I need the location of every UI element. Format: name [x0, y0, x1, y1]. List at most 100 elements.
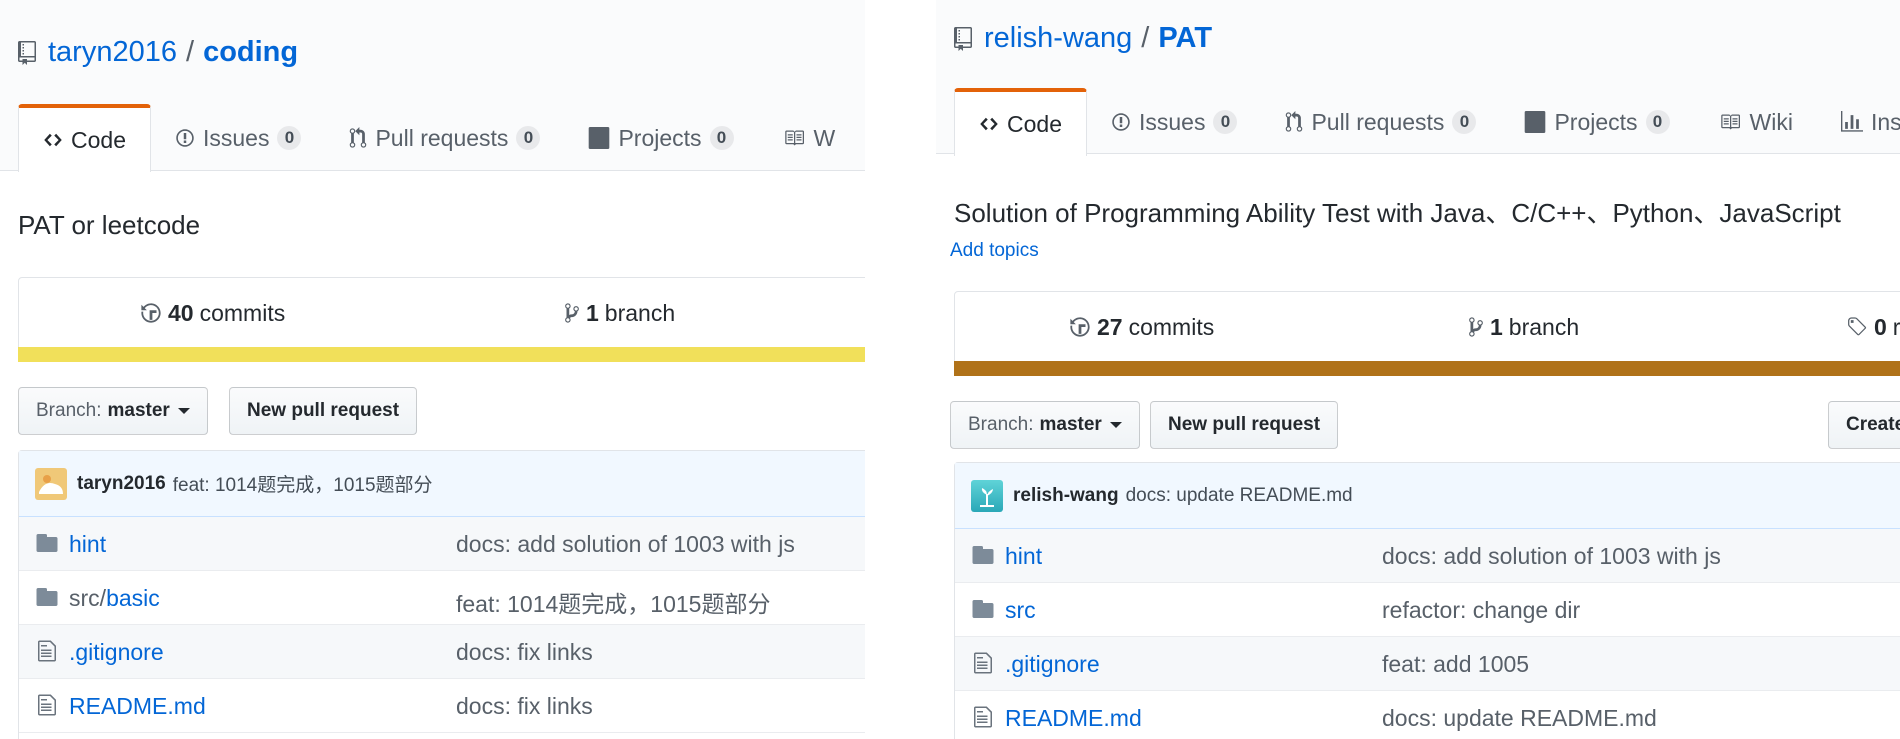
tab-pull-requests[interactable]: Pull requests 0: [1261, 89, 1500, 155]
commit-message-link[interactable]: docs: update README.md: [1126, 485, 1353, 507]
project-icon: [589, 127, 610, 149]
language-bar[interactable]: [954, 361, 1900, 376]
tab-label: Code: [71, 126, 126, 153]
tab-wiki[interactable]: W: [758, 105, 860, 171]
folder-icon: [972, 546, 994, 564]
issue-opened-icon: [1112, 113, 1130, 131]
create-new-file-button[interactable]: Create: [1828, 401, 1900, 449]
latest-commit-bar: taryn2016 feat: 1014题完成，1015题部分: [19, 451, 865, 517]
file-commit-message[interactable]: docs: update README.md: [1382, 705, 1657, 732]
branches-link[interactable]: 1 branch: [564, 278, 675, 348]
tab-label: Projects: [1554, 108, 1638, 135]
history-icon: [1070, 317, 1090, 337]
file-rows: hint docs: add solution of 1003 with js …: [19, 517, 865, 733]
caret-down-icon: [1109, 422, 1122, 428]
tab-issues[interactable]: Issues 0: [151, 105, 325, 171]
table-row: hint docs: add solution of 1003 with js: [19, 517, 865, 571]
repo-description: PAT or leetcode: [18, 210, 201, 240]
avatar[interactable]: [971, 479, 1003, 512]
tab-label: Projects: [618, 124, 702, 151]
file-name-link[interactable]: hint: [1005, 543, 1042, 570]
repo-name-link[interactable]: coding: [203, 36, 298, 69]
file-commit-message[interactable]: docs: fix links: [456, 639, 593, 666]
repo-owner-link[interactable]: taryn2016: [48, 36, 177, 69]
branch-prefix: Branch:: [36, 400, 102, 421]
file-name-link[interactable]: README.md: [69, 693, 206, 720]
tag-icon: [1848, 317, 1867, 336]
table-row: README.md docs: fix links: [19, 679, 865, 733]
tab-label: Issues: [202, 124, 270, 151]
file-name-link[interactable]: src/basic: [69, 585, 160, 612]
file-commit-message[interactable]: refactor: change dir: [1382, 597, 1580, 624]
code-icon: [44, 133, 62, 147]
file-commit-message[interactable]: docs: fix links: [456, 693, 593, 720]
file-list: taryn2016 feat: 1014题完成，1015题部分 hint doc…: [18, 450, 865, 739]
tab-label: Pull requests: [1311, 108, 1445, 135]
branch-prefix: Branch:: [968, 414, 1034, 435]
commit-message-link[interactable]: feat: 1014题完成，1015题部分: [173, 470, 433, 497]
file-rows: hint docs: add solution of 1003 with js …: [955, 529, 1900, 739]
new-pull-request-button[interactable]: New pull request: [229, 387, 418, 435]
branch-select-button[interactable]: Branch: master: [18, 387, 208, 435]
caret-down-icon: [177, 408, 190, 414]
file-commit-message[interactable]: docs: add solution of 1003 with js: [1382, 543, 1721, 570]
git-pull-request-icon: [350, 127, 367, 148]
projects-counter: 0: [709, 126, 734, 150]
folder-icon: [972, 600, 994, 618]
table-row: .gitignore feat: add 1005: [955, 637, 1900, 691]
releases-link[interactable]: 0 re: [1846, 292, 1900, 362]
left-repo-page: taryn2016 / coding Code Issues 0 Pull re…: [0, 0, 865, 739]
commits-link[interactable]: 40 commits: [140, 278, 285, 348]
repo-name-link[interactable]: PAT: [1158, 22, 1212, 55]
commits-count: 40: [168, 299, 194, 326]
repo-nav-tabs: Code Issues 0 Pull requests 0 Projects 0…: [18, 104, 860, 172]
table-row: src/basic feat: 1014题完成，1015题部分: [19, 571, 865, 625]
file-name-link[interactable]: .gitignore: [1005, 651, 1100, 678]
tab-projects[interactable]: Projects 0: [564, 105, 757, 171]
commit-author-link[interactable]: taryn2016: [77, 473, 166, 495]
tab-issues[interactable]: Issues 0: [1087, 89, 1261, 155]
file-name-link[interactable]: README.md: [1005, 705, 1142, 732]
tab-insights[interactable]: Ins: [1817, 89, 1900, 155]
code-icon: [980, 117, 998, 131]
file-name-link[interactable]: .gitignore: [69, 639, 164, 666]
repo-owner-link[interactable]: relish-wang: [984, 22, 1132, 55]
language-bar[interactable]: [18, 347, 865, 362]
history-icon: [141, 303, 161, 323]
file-icon: [38, 694, 56, 716]
tab-pull-requests[interactable]: Pull requests 0: [325, 105, 564, 171]
book-icon: [784, 130, 804, 146]
tab-label: Pull requests: [375, 124, 509, 151]
branch-label: branch: [604, 299, 676, 326]
file-commit-message[interactable]: feat: 1014题完成，1015题部分: [456, 585, 770, 619]
new-pull-request-button[interactable]: New pull request: [1150, 401, 1339, 449]
table-row: hint docs: add solution of 1003 with js: [955, 529, 1900, 583]
commits-label: commits: [1128, 313, 1215, 340]
repo-book-icon: [954, 26, 972, 51]
avatar[interactable]: [35, 467, 67, 500]
file-list: relish-wang docs: update README.md hint …: [954, 462, 1900, 739]
tab-code[interactable]: Code: [954, 88, 1087, 156]
button-label: New pull request: [1168, 414, 1321, 435]
branch-select-button[interactable]: Branch: master: [950, 401, 1140, 449]
git-branch-icon: [1469, 317, 1483, 337]
file-name-link[interactable]: src: [1005, 597, 1036, 624]
add-topics-link[interactable]: Add topics: [950, 240, 1039, 262]
tab-label: Wiki: [1749, 108, 1793, 135]
commit-author-link[interactable]: relish-wang: [1013, 485, 1119, 507]
commits-link[interactable]: 27 commits: [1069, 292, 1214, 362]
table-row: README.md docs: update README.md: [955, 691, 1900, 739]
git-branch-icon: [565, 303, 579, 323]
file-icon: [974, 706, 992, 728]
numbers-summary: 40 commits 1 branch: [18, 277, 865, 362]
repo-nav-tabs: Code Issues 0 Pull requests 0 Projects 0…: [954, 88, 1900, 156]
commits-count: 27: [1097, 313, 1123, 340]
file-commit-message[interactable]: feat: add 1005: [1382, 651, 1529, 678]
file-commit-message[interactable]: docs: add solution of 1003 with js: [456, 531, 795, 558]
issues-counter: 0: [1213, 110, 1238, 134]
tab-projects[interactable]: Projects 0: [1500, 89, 1693, 155]
file-name-link[interactable]: hint: [69, 531, 106, 558]
branches-link[interactable]: 1 branch: [1468, 292, 1579, 362]
tab-code[interactable]: Code: [18, 104, 151, 172]
tab-wiki[interactable]: Wiki: [1694, 89, 1817, 155]
